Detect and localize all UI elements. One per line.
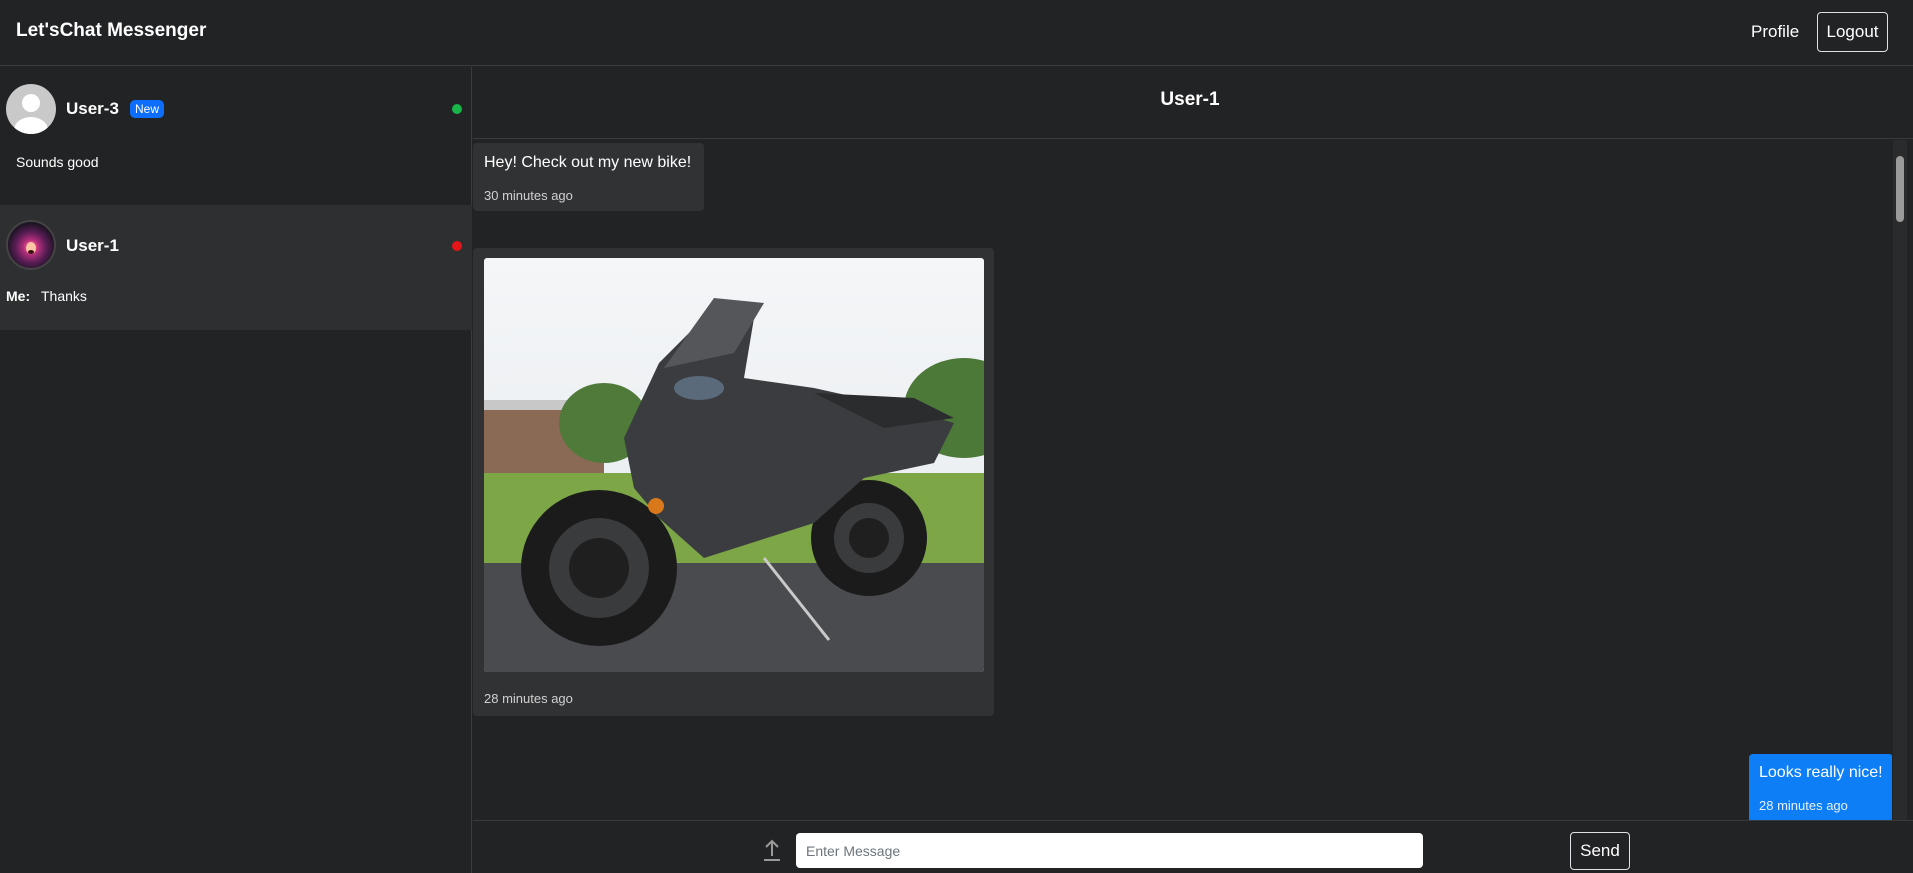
motorcycle-photo[interactable]: [484, 258, 984, 672]
incoming-image-message: 28 minutes ago: [473, 248, 994, 716]
incoming-message: Hey! Check out my new bike! 30 minutes a…: [473, 143, 704, 211]
outgoing-message: Looks really nice! 28 minutes ago: [1749, 754, 1892, 820]
send-button[interactable]: Send: [1570, 832, 1630, 870]
message-timestamp: 28 minutes ago: [1759, 798, 1848, 813]
upload-icon[interactable]: [762, 838, 782, 862]
conversation-preview: Sounds good: [16, 154, 99, 170]
message-text: Looks really nice!: [1759, 764, 1883, 781]
default-user-avatar-icon: [6, 84, 56, 134]
message-list[interactable]: Hey! Check out my new bike! 30 minutes a…: [473, 140, 1892, 820]
top-navbar: Let'sChat Messenger Profile Logout: [0, 0, 1913, 66]
conversation-name: User-1: [66, 236, 119, 255]
offline-status-dot: [452, 241, 462, 251]
app-brand[interactable]: Let'sChat Messenger: [16, 20, 206, 42]
scrollbar-thumb[interactable]: [1896, 156, 1904, 222]
message-scrollbar[interactable]: [1893, 140, 1907, 820]
conversation-name: User-3: [66, 99, 119, 118]
chat-title: User-1: [1160, 89, 1220, 110]
message-composer: Send: [473, 820, 1913, 873]
conversation-item-user-3[interactable]: User-3 New Sounds good: [0, 67, 472, 205]
conversation-preview: Thanks: [41, 288, 87, 304]
new-badge: New: [130, 100, 165, 118]
message-timestamp: 30 minutes ago: [484, 188, 573, 203]
user-photo-avatar-icon: [6, 220, 56, 270]
conversation-item-user-1[interactable]: User-1 Me: Thanks: [0, 205, 472, 330]
message-text: Hey! Check out my new bike!: [484, 154, 692, 171]
chat-header: User-1: [473, 67, 1913, 139]
message-input[interactable]: [796, 833, 1423, 868]
conversation-sidebar: User-3 New Sounds good User-1 Me: Thanks: [0, 67, 472, 873]
logout-button[interactable]: Logout: [1817, 12, 1888, 52]
profile-link[interactable]: Profile: [1751, 22, 1799, 42]
online-status-dot: [452, 104, 462, 114]
message-timestamp: 28 minutes ago: [484, 691, 573, 706]
preview-sender-label: Me:: [6, 288, 31, 304]
